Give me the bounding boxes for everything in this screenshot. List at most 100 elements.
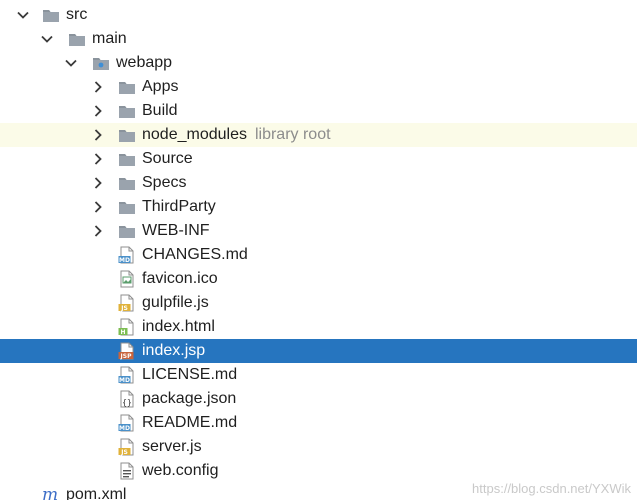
tree-item-label: Apps (142, 75, 178, 99)
tree-item-name: webapp (116, 54, 173, 71)
tree-row[interactable]: JSP index.jsp (0, 339, 637, 363)
markdown-file-icon: MD (118, 246, 136, 264)
tree-item-label: Specs (142, 171, 186, 195)
tree-item-name: Build (142, 102, 178, 119)
folder-icon (118, 199, 136, 215)
watermark: https://blog.csdn.net/YXWik (472, 481, 631, 496)
tree-row[interactable]: Source (0, 147, 637, 171)
chevron-right-icon[interactable] (91, 80, 105, 94)
tree-item-name: gulpfile.js (142, 294, 209, 311)
svg-text:MD: MD (119, 257, 130, 264)
chevron-right-icon[interactable] (91, 176, 105, 190)
tree-row[interactable]: Specs (0, 171, 637, 195)
folder-icon (118, 127, 136, 143)
tree-item-label: server.js (142, 435, 202, 459)
tree-item-name: Source (142, 150, 193, 167)
folder-icon (118, 175, 136, 191)
tree-row[interactable]: WEB-INF (0, 219, 637, 243)
tree-row[interactable]: Apps (0, 75, 637, 99)
chevron-right-icon[interactable] (91, 152, 105, 166)
folder-icon (118, 223, 136, 239)
tree-item-name: web.config (142, 462, 219, 479)
tree-item-label: node_modules library root (142, 123, 331, 147)
svg-text:JS: JS (120, 305, 128, 312)
svg-text:MD: MD (119, 377, 130, 384)
jsp-file-icon: JSP (118, 342, 136, 360)
chevron-down-icon[interactable] (40, 32, 54, 46)
chevron-right-icon[interactable] (91, 224, 105, 238)
tree-item-label: LICENSE.md (142, 363, 237, 387)
javascript-file-icon: JS (118, 294, 136, 312)
library-root-hint: library root (254, 126, 331, 143)
image-file-icon (118, 270, 136, 288)
tree-item-label: CHANGES.md (142, 243, 248, 267)
markdown-file-icon: MD (118, 366, 136, 384)
tree-row[interactable]: web.config (0, 459, 637, 483)
svg-text:H: H (120, 329, 125, 336)
tree-row[interactable]: src (0, 3, 637, 27)
tree-item-name: node_modules (142, 126, 247, 143)
tree-item-label: favicon.ico (142, 267, 218, 291)
tree-item-name: README.md (142, 414, 238, 431)
chevron-right-icon[interactable] (91, 104, 105, 118)
tree-item-name: CHANGES.md (142, 246, 248, 263)
tree-row[interactable]: JS server.js (0, 435, 637, 459)
tree-item-label: main (92, 27, 127, 51)
tree-row[interactable]: Build (0, 99, 637, 123)
chevron-down-icon[interactable] (64, 56, 78, 70)
folder-icon (118, 151, 136, 167)
tree-row[interactable]: ThirdParty (0, 195, 637, 219)
tree-row[interactable]: MD README.md (0, 411, 637, 435)
svg-text:m: m (42, 485, 58, 500)
tree-item-name: server.js (142, 438, 202, 455)
tree-item-name: index.html (142, 318, 215, 335)
tree-item-name: index.jsp (142, 342, 206, 359)
tree-row[interactable]: favicon.ico (0, 267, 637, 291)
json-file-icon: {} (118, 390, 136, 408)
markdown-file-icon: MD (118, 414, 136, 432)
chevron-right-icon[interactable] (91, 200, 105, 214)
svg-text:JS: JS (120, 449, 128, 456)
tree-row[interactable]: JS gulpfile.js (0, 291, 637, 315)
tree-item-label: webapp (116, 51, 172, 75)
tree-item-name: ThirdParty (142, 198, 216, 215)
web-folder-icon (92, 55, 110, 71)
tree-item-label: README.md (142, 411, 237, 435)
tree-item-label: web.config (142, 459, 219, 483)
chevron-down-icon[interactable] (16, 8, 30, 22)
tree-item-name: WEB-INF (142, 222, 210, 239)
folder-icon (118, 79, 136, 95)
tree-item-name: favicon.ico (142, 270, 218, 287)
chevron-right-icon[interactable] (91, 128, 105, 142)
tree-item-label: index.jsp (142, 339, 205, 363)
tree-item-label: ThirdParty (142, 195, 216, 219)
javascript-file-icon: JS (118, 438, 136, 456)
tree-item-label: gulpfile.js (142, 291, 209, 315)
tree-item-name: LICENSE.md (142, 366, 238, 383)
tree-row[interactable]: main (0, 27, 637, 51)
tree-item-label: pom.xml (66, 483, 126, 500)
tree-row[interactable]: node_modules library root (0, 123, 637, 147)
tree-item-name: Specs (142, 174, 187, 191)
project-tree[interactable]: src main webapp Apps Build node_modules librar… (0, 3, 637, 500)
tree-item-label: src (66, 3, 87, 27)
folder-icon (68, 31, 86, 47)
tree-item-name: main (92, 30, 127, 47)
tree-row[interactable]: Hindex.html (0, 315, 637, 339)
tree-row[interactable]: MD CHANGES.md (0, 243, 637, 267)
tree-row[interactable]: MD LICENSE.md (0, 363, 637, 387)
svg-text:{}: {} (122, 398, 132, 407)
folder-icon (42, 7, 60, 23)
tree-row[interactable]: webapp (0, 51, 637, 75)
tree-item-name: Apps (142, 78, 179, 95)
maven-icon: m (40, 485, 58, 500)
tree-item-name: package.json (142, 390, 237, 407)
tree-item-label: index.html (142, 315, 215, 339)
svg-text:JSP: JSP (120, 353, 133, 360)
tree-item-label: package.json (142, 387, 236, 411)
folder-icon (118, 103, 136, 119)
tree-row[interactable]: {} package.json (0, 387, 637, 411)
html-file-icon: H (118, 318, 136, 336)
tree-item-label: Build (142, 99, 178, 123)
config-file-icon (118, 462, 136, 480)
